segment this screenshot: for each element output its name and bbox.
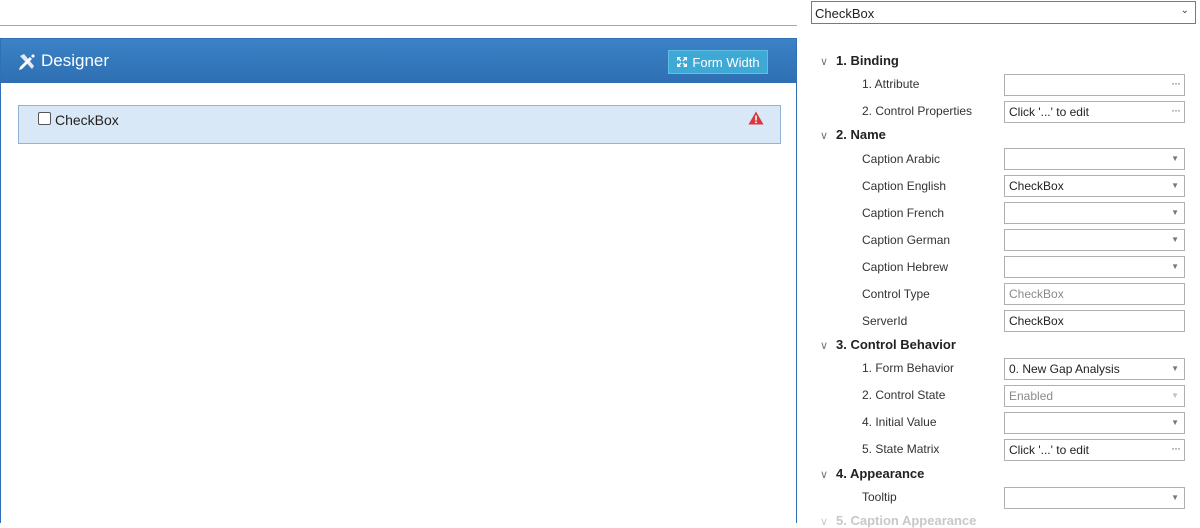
caption-hebrew-field[interactable]: ▼ — [1004, 256, 1185, 278]
caption-french-label: Caption French — [862, 206, 945, 220]
chevron-down-icon: ∨ — [820, 130, 829, 142]
chevron-down-icon: ▼ — [1171, 391, 1179, 400]
expand-arrows-icon — [677, 57, 688, 67]
caption-french-field[interactable]: ▼ — [1004, 202, 1185, 224]
designer-panel: Designer Form Width CheckBox — [0, 38, 797, 523]
section-caption-appearance[interactable]: ∨ 5. Caption Appearance — [820, 513, 976, 528]
pencil-ruler-icon — [19, 54, 35, 70]
chevron-down-icon: ▼ — [1171, 181, 1179, 190]
chevron-down-icon: ▼ — [1171, 493, 1179, 502]
control-properties-field[interactable]: Click '...' to edit ··· — [1004, 101, 1185, 123]
ellipsis-icon[interactable]: ··· — [1171, 76, 1181, 90]
state-matrix-field[interactable]: Click '...' to edit ··· — [1004, 439, 1185, 461]
warning-icon[interactable] — [748, 111, 764, 125]
chevron-down-icon: ⌄ — [1180, 5, 1189, 16]
attribute-field[interactable]: ··· — [1004, 74, 1185, 96]
caption-german-field[interactable]: ▼ — [1004, 229, 1185, 251]
ellipsis-icon[interactable]: ··· — [1171, 441, 1181, 455]
attribute-label: 1. Attribute — [862, 77, 920, 91]
control-selector-dropdown[interactable]: CheckBox ⌄ — [811, 1, 1196, 24]
tooltip-label: Tooltip — [862, 490, 897, 504]
control-state-field: Enabled ▼ — [1004, 385, 1185, 407]
designer-checkbox-control[interactable]: CheckBox — [18, 105, 781, 144]
server-id-field[interactable]: CheckBox — [1004, 310, 1185, 332]
control-state-label: 2. Control State — [862, 388, 946, 402]
chevron-down-icon: ▼ — [1171, 262, 1179, 271]
caption-arabic-field[interactable]: ▼ — [1004, 148, 1185, 170]
control-type-label: Control Type — [862, 287, 930, 301]
caption-arabic-label: Caption Arabic — [862, 152, 941, 166]
checkbox-label: CheckBox — [55, 112, 119, 128]
form-width-button[interactable]: Form Width — [668, 50, 768, 74]
chevron-down-icon: ▼ — [1171, 418, 1179, 427]
chevron-down-icon: ∨ — [820, 340, 829, 352]
form-width-label: Form Width — [692, 54, 760, 70]
ellipsis-icon[interactable]: ··· — [1171, 103, 1181, 117]
control-properties-label: 2. Control Properties — [862, 104, 973, 118]
caption-german-label: Caption German — [862, 233, 951, 247]
chevron-down-icon: ∨ — [820, 469, 829, 481]
tooltip-field[interactable]: ▼ — [1004, 487, 1185, 509]
form-behavior-label: 1. Form Behavior — [862, 361, 955, 375]
section-binding[interactable]: ∨ 1. Binding — [820, 53, 899, 68]
chevron-down-icon: ▼ — [1171, 364, 1179, 373]
chevron-down-icon: ∨ — [820, 56, 829, 68]
caption-hebrew-label: Caption Hebrew — [862, 260, 949, 274]
caption-english-label: Caption English — [862, 179, 947, 193]
properties-pane: CheckBox ⌄ ∨ 1. Binding 1. Attribute ··· … — [800, 0, 1200, 528]
control-selector-value: CheckBox — [815, 6, 875, 21]
section-name[interactable]: ∨ 2. Name — [820, 127, 886, 142]
section-appearance[interactable]: ∨ 4. Appearance — [820, 466, 924, 481]
designer-pane: Designer Form Width CheckBox — [0, 0, 800, 523]
designer-header: Designer Form Width — [1, 39, 796, 83]
server-id-label: ServerId — [862, 314, 908, 328]
form-behavior-field[interactable]: 0. New Gap Analysis ▼ — [1004, 358, 1185, 380]
initial-value-field[interactable]: ▼ — [1004, 412, 1185, 434]
top-toolbar-strip — [0, 0, 797, 26]
caption-english-field[interactable]: CheckBox ▼ — [1004, 175, 1185, 197]
chevron-down-icon: ▼ — [1171, 208, 1179, 217]
chevron-down-icon: ∨ — [820, 516, 829, 528]
designer-title: Designer — [41, 51, 110, 70]
state-matrix-label: 5. State Matrix — [862, 442, 940, 456]
chevron-down-icon: ▼ — [1171, 235, 1179, 244]
checkbox-input[interactable] — [38, 112, 51, 125]
section-control-behavior[interactable]: ∨ 3. Control Behavior — [820, 337, 956, 352]
control-type-field: CheckBox — [1004, 283, 1185, 305]
initial-value-label: 4. Initial Value — [862, 415, 937, 429]
chevron-down-icon: ▼ — [1171, 154, 1179, 163]
